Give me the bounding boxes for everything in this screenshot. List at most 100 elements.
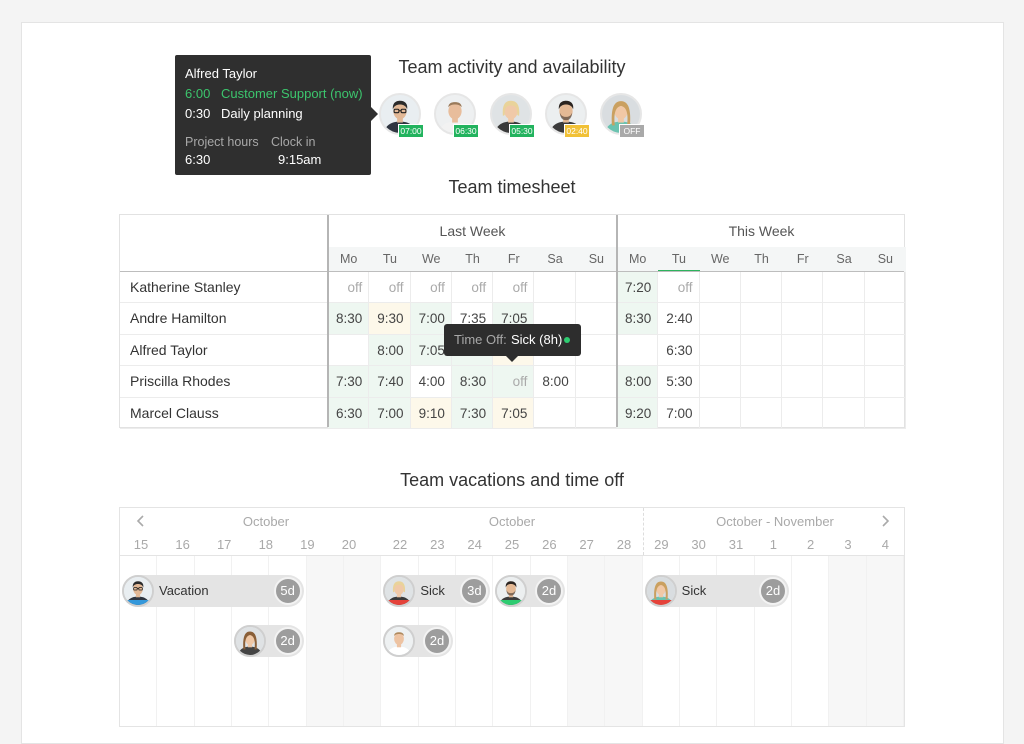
timesheet-cell[interactable] — [575, 272, 617, 304]
day-header: Su — [864, 247, 906, 272]
time-off-bar[interactable]: 2d — [234, 625, 304, 657]
timesheet-cell[interactable] — [575, 334, 617, 367]
time-off-tooltip: Time Off: Sick (8h) — [444, 324, 581, 362]
timesheet-cell[interactable]: off — [451, 272, 494, 304]
timesheet-cell[interactable] — [782, 272, 824, 304]
calendar-day-column — [792, 556, 830, 726]
calendar-day-column — [829, 556, 867, 726]
tooltip-stat-value: 6:30 — [185, 152, 211, 167]
timesheet-cell[interactable]: 8:30 — [328, 303, 370, 335]
day-header: Sa — [534, 247, 576, 272]
timesheet-cell[interactable] — [699, 334, 741, 367]
date-label: 16 — [175, 537, 190, 552]
timesheet-cell[interactable]: 5:30 — [658, 366, 700, 398]
timesheet-cell[interactable] — [823, 303, 865, 335]
tooltip-entry-label: Daily planning — [221, 106, 303, 121]
timesheet-cell[interactable]: 7:00 — [369, 397, 411, 429]
timesheet-cell[interactable] — [328, 334, 370, 367]
timesheet-cell[interactable] — [782, 334, 824, 367]
timesheet-cell[interactable]: 9:10 — [410, 397, 452, 429]
timesheet-cell[interactable]: 4:00 — [410, 366, 452, 398]
timesheet-cell[interactable] — [823, 334, 865, 367]
time-off-bar[interactable]: Vacation 5d — [122, 575, 304, 607]
time-off-bar[interactable]: 2d — [383, 625, 453, 657]
timesheet-cell[interactable]: 2:40 — [658, 303, 700, 335]
timesheet-cell[interactable] — [823, 397, 865, 429]
timesheet-cell[interactable] — [575, 397, 617, 429]
timesheet-cell[interactable]: 9:30 — [369, 303, 411, 335]
duration-badge: 2d — [273, 627, 302, 655]
timesheet-cell[interactable]: 8:00 — [369, 334, 411, 367]
timesheet-cell[interactable] — [823, 272, 865, 304]
timesheet-cell[interactable] — [782, 366, 824, 398]
date-label: 17 — [216, 537, 232, 552]
timesheet-cell[interactable]: off — [410, 272, 452, 304]
timesheet-cell[interactable] — [740, 272, 783, 304]
timesheet-cell[interactable] — [534, 397, 576, 429]
timesheet-cell[interactable] — [782, 397, 824, 429]
time-off-bar[interactable]: Sick 3d — [383, 575, 491, 607]
timesheet-cell[interactable]: off — [493, 272, 535, 304]
time-off-label: Sick — [681, 583, 707, 598]
date-label: 27 — [579, 537, 594, 552]
avatar — [495, 575, 528, 607]
timesheet-cell[interactable]: 8:00 — [534, 366, 576, 398]
timesheet-cell[interactable]: 6:30 — [328, 397, 370, 429]
timesheet-cell[interactable] — [699, 397, 741, 429]
timesheet-cell[interactable]: 7:40 — [369, 366, 411, 398]
timesheet-title: Team timesheet — [448, 177, 576, 197]
header-divider — [120, 271, 904, 272]
timesheet-cell[interactable] — [823, 366, 865, 398]
timesheet-cell[interactable] — [740, 366, 783, 398]
timesheet-cell[interactable] — [534, 272, 576, 304]
leave-type-indicator — [646, 600, 675, 605]
chevron-left-icon[interactable] — [132, 512, 150, 530]
timesheet-cell[interactable] — [864, 334, 906, 367]
timesheet-cell[interactable]: off — [328, 272, 370, 304]
timesheet-cell[interactable]: off — [658, 272, 700, 304]
timesheet-cell[interactable]: 7:30 — [451, 397, 494, 429]
timesheet-cell[interactable] — [575, 366, 617, 398]
week-header: Last Week — [439, 223, 506, 239]
timesheet-cell[interactable]: 7:00 — [658, 397, 700, 429]
vacation-calendar: October 15 16 17 18 19 20 October 22 23 24 25 26 27 28… — [119, 507, 905, 727]
timesheet-cell[interactable] — [864, 366, 906, 398]
timesheet-cell[interactable] — [617, 334, 659, 367]
timesheet-cell[interactable]: 8:30 — [451, 366, 494, 398]
timesheet-cell[interactable]: off — [493, 366, 535, 398]
date-label: 23 — [430, 537, 445, 552]
timesheet-cell[interactable]: 7:20 — [617, 272, 659, 304]
date-label: 3 — [844, 537, 852, 552]
timesheet-cell[interactable]: 6:30 — [658, 334, 700, 367]
time-off-bar[interactable]: 2d — [495, 575, 565, 607]
timesheet-cell[interactable] — [699, 303, 741, 335]
timesheet-cell[interactable]: off — [369, 272, 411, 304]
time-off-bar[interactable]: Sick 2d — [644, 575, 789, 607]
member-time-badge: 05:30 — [509, 124, 535, 138]
tooltip-entry-label: Customer Support (now) — [221, 86, 363, 101]
timesheet-cell[interactable] — [864, 303, 906, 335]
timesheet-cell[interactable] — [740, 397, 783, 429]
timesheet-cell[interactable]: 7:05 — [493, 397, 535, 429]
timesheet-cell[interactable] — [575, 303, 617, 335]
avatar — [234, 625, 266, 657]
chevron-right-icon[interactable] — [876, 512, 894, 530]
employee-name: Priscilla Rhodes — [120, 366, 328, 398]
week-header: This Week — [728, 223, 795, 239]
activity-title: Team activity and availability — [398, 57, 626, 77]
timesheet-cell[interactable] — [699, 272, 741, 304]
timesheet-cell[interactable]: 8:00 — [617, 366, 659, 398]
timesheet-cell[interactable] — [864, 272, 906, 304]
timesheet-cell[interactable] — [699, 366, 741, 398]
timesheet-cell[interactable] — [782, 303, 824, 335]
member-time-badge: 02:40 — [564, 124, 590, 138]
date-label: 24 — [467, 537, 482, 552]
timesheet-cell[interactable] — [740, 303, 783, 335]
timesheet-cell[interactable]: 8:30 — [617, 303, 659, 335]
duration-badge: 5d — [273, 577, 302, 605]
timesheet-cell[interactable] — [740, 334, 783, 367]
timesheet-cell[interactable]: 7:30 — [328, 366, 370, 398]
day-header: Th — [740, 247, 783, 272]
timesheet-cell[interactable]: 9:20 — [617, 397, 659, 429]
timesheet-cell[interactable] — [864, 397, 906, 429]
